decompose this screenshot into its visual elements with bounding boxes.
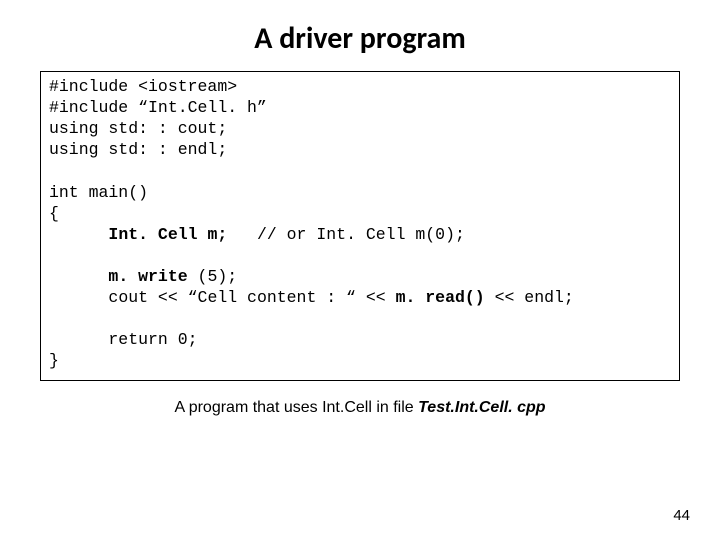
code-bold: m. write xyxy=(108,267,197,286)
slide-title: A driver program xyxy=(40,20,680,57)
code-line: int main() xyxy=(49,183,148,202)
code-indent xyxy=(49,225,108,244)
code-box: #include <iostream> #include “Int.Cell. … xyxy=(40,71,680,381)
code-rest: (5); xyxy=(198,267,238,286)
code-bold: Int. Cell m; xyxy=(108,225,227,244)
code-line: using std: : cout; xyxy=(49,119,227,138)
code-line: #include <iostream> xyxy=(49,77,237,96)
code-text: << endl; xyxy=(485,288,574,307)
code-line: } xyxy=(49,351,59,370)
code-text: cout << “Cell content : “ << xyxy=(108,288,395,307)
code-line: using std: : endl; xyxy=(49,140,227,159)
code-indent xyxy=(49,267,108,286)
code-bold: m. read() xyxy=(396,288,485,307)
code-line: { xyxy=(49,204,59,223)
page-number: 44 xyxy=(673,507,690,524)
code-rest: // or Int. Cell m(0); xyxy=(227,225,465,244)
code-line: return 0; xyxy=(49,330,198,349)
caption-filename: Test.Int.Cell. cpp xyxy=(418,399,545,416)
caption: A program that uses Int.Cell in file Tes… xyxy=(40,399,680,417)
code-indent xyxy=(49,288,108,307)
code-line: #include “Int.Cell. h” xyxy=(49,98,267,117)
caption-text: A program that uses Int.Cell in file xyxy=(174,399,418,416)
